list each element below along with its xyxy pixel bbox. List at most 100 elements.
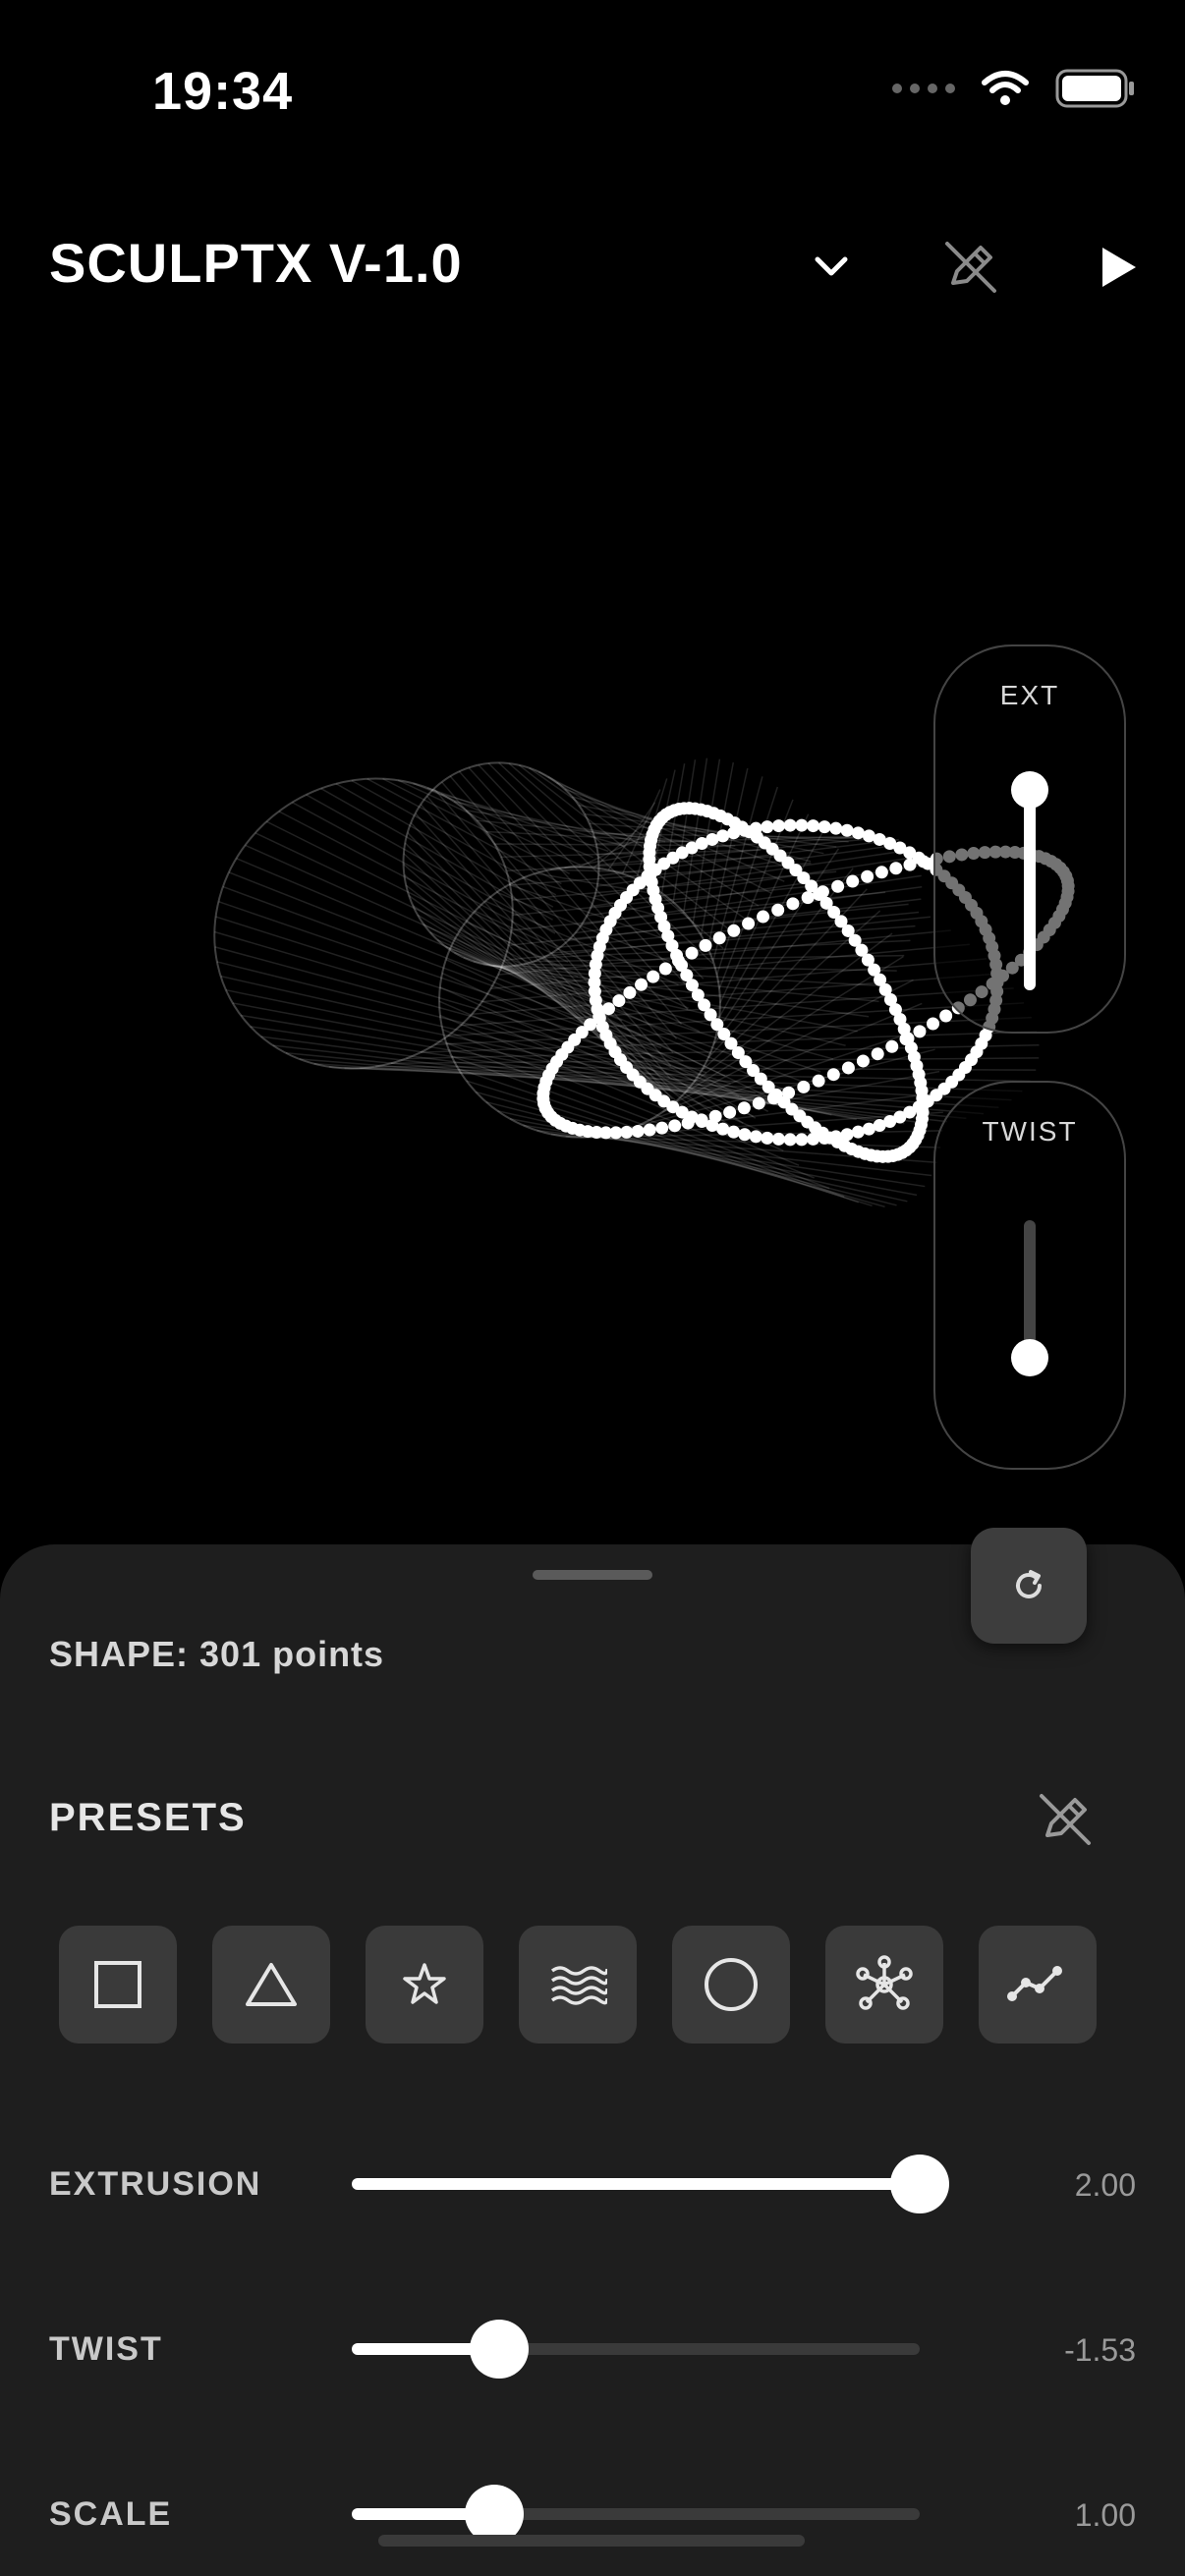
shape-point [786,897,800,911]
refresh-icon [1016,1570,1042,1598]
shape-point [831,879,845,893]
chevron-down-icon [815,256,848,276]
shape-point [801,891,815,905]
shape-point [737,1101,751,1115]
shape-point [846,874,860,888]
shape-point [685,946,699,960]
ext-slider-fill [1024,789,1036,990]
presets-heading: PRESETS [49,1796,247,1839]
twist-value: -1.53 [1064,2332,1136,2368]
waves-icon [550,1966,607,2005]
status-icons [892,67,1136,110]
shape-point [927,1017,940,1031]
play-icon [1102,248,1136,287]
preset-line-graph[interactable] [979,1926,1097,2044]
shape-point [742,917,756,930]
shape-point [647,970,660,983]
preset-waves[interactable] [519,1926,637,2044]
shape-point [795,818,809,832]
circle-icon [705,1958,758,2011]
ext-slider-knob[interactable] [1011,770,1048,809]
shape-point [829,821,843,835]
shape-point [875,866,888,879]
shape-point [727,1125,741,1139]
mesh-line [533,954,905,963]
shape-point [797,1080,811,1093]
shape-point [771,903,785,917]
scale-label: SCALE [49,2495,173,2533]
shape-point [681,1116,695,1130]
ext-slider-card[interactable]: EXT [933,644,1126,1034]
preset-square[interactable] [59,1926,177,2044]
shape-point [913,1025,927,1038]
twist-knob[interactable] [470,2320,530,2379]
shape-point [658,962,672,976]
shape-point [826,1068,840,1082]
shape-point [862,1122,875,1136]
square-icon [94,1961,141,2008]
shape-point [818,820,831,834]
shape-point [903,858,917,871]
mesh-line [272,1044,948,1123]
play-button[interactable] [1079,228,1157,307]
shape-point [761,1131,774,1145]
pencil-off-icon [1040,1794,1091,1845]
twist-label: TWIST [49,2330,163,2368]
shape-point [903,1141,917,1154]
twist-slider-card[interactable]: TWIST [933,1081,1126,1470]
shape-point [708,1109,722,1123]
twist-slider-knob[interactable] [1011,1338,1048,1376]
reset-button[interactable] [971,1528,1087,1644]
shape-point [623,985,637,999]
shape-point [631,1124,645,1138]
sheet-grabber[interactable] [533,1570,652,1580]
extrusion-label: EXTRUSION [49,2165,262,2203]
mesh-line [673,979,914,1104]
battery-icon [1055,69,1134,108]
shape-point [783,1133,797,1147]
draw-toggle-button[interactable] [931,228,1010,307]
shape-point-count: SHAPE: 301 points [49,1634,385,1674]
shape-point [856,1054,870,1068]
dropdown-button[interactable] [792,228,871,307]
preset-network[interactable] [825,1926,943,2044]
preset-triangle[interactable] [212,1926,330,2044]
shape-point [738,1128,752,1142]
extrusion-knob[interactable] [890,2155,949,2213]
shape-point [812,1074,825,1088]
twist-slider-label: TWIST [982,1116,1078,1147]
pencil-off-icon [945,242,996,293]
shape-point [871,1047,884,1061]
shape-point [807,819,820,833]
shape-point [655,1121,669,1135]
line-graph-icon [1007,1966,1062,2001]
presets-draw-button[interactable] [1026,1780,1104,1859]
shape-point [861,869,875,883]
control-sheet [0,1544,1185,2576]
extrusion-fill [352,2178,920,2190]
preset-star[interactable] [366,1926,483,2044]
shape-point [889,862,903,875]
app-title: SCULPTX V-1.0 [49,232,463,294]
shape-point [771,1132,785,1146]
shape-point [749,1130,762,1144]
shape-point [612,994,626,1008]
shape-point [783,818,797,832]
shape-point [939,1009,953,1023]
wifi-icon [982,71,1029,105]
shape-point [761,820,774,834]
network-icon [856,1955,913,2010]
shape-point [840,823,854,837]
shape-point [635,978,649,991]
preset-circle[interactable] [672,1926,790,2044]
shape-point [695,1113,708,1127]
star-icon [403,1963,446,2004]
shape-point [716,829,730,843]
home-indicator [378,2535,805,2547]
shape-point [917,855,931,868]
shape-point [723,1105,737,1119]
shape-point [643,1123,656,1137]
shape-point [841,1061,855,1075]
extrusion-value: 2.00 [1074,2167,1136,2203]
shape-point [885,1039,899,1053]
